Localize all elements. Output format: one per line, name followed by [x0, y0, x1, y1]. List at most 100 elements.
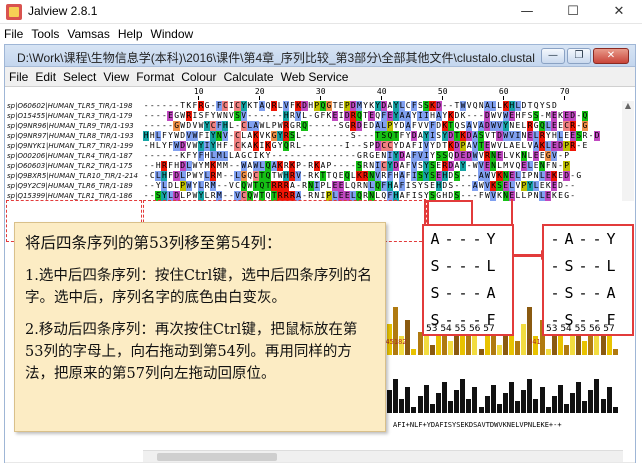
alignment-file-path: D:\Work\课程\生物信息学(本科)\2016\课件\第4章_序列比较_第3…: [17, 49, 535, 66]
menu-edit[interactable]: Edit: [31, 67, 59, 84]
menu-colour[interactable]: Colour: [177, 67, 219, 84]
horizontal-scrollbar[interactable]: [143, 450, 623, 462]
sequence-names: sp|O60602|HUMAN_TLR5_TIR/1-198 sp|O15455|…: [5, 101, 141, 201]
alignment-window-titlebar: D:\Work\课程\生物信息学(本科)\2016\课件\第4章_序列比较_第3…: [5, 45, 635, 67]
column-ruler[interactable]: 10 20 30 40 50 60 70: [143, 87, 623, 101]
histogram-bar: [594, 379, 599, 413]
histogram-bar: [582, 341, 587, 355]
histogram-bar: [424, 385, 429, 413]
inner-restore-button[interactable]: ❐: [567, 48, 591, 64]
histogram-bar: [466, 399, 471, 413]
zoom-row: A---Y: [424, 226, 512, 253]
zoom-before-columns: 53 54 55 56 57: [426, 324, 495, 334]
sequence-row[interactable]: ----EGWRISFYWNVSV------HRVL-GFKEIDRQTEQF…: [143, 111, 623, 121]
sequence-name[interactable]: sp|Q9NR96|HUMAN_TLR9_TIR/1-193: [5, 121, 141, 131]
close-button[interactable]: ✕: [596, 0, 642, 24]
histogram-bar: [436, 393, 441, 413]
inner-minimize-button[interactable]: —: [541, 48, 565, 64]
sequence-name[interactable]: sp|Q9NYK1|HUMAN_TLR7_TIR/1-199: [5, 141, 141, 151]
scroll-up-icon[interactable]: ▲: [622, 101, 634, 110]
sequence-row[interactable]: --HRFHDLWYMKMM--WAWLQAKRKP-RKAP----SRNIC…: [143, 161, 623, 171]
menu-tools[interactable]: Tools: [27, 24, 63, 41]
histogram-bar: [576, 382, 581, 413]
instruction-step-1: 1.选中后四条序列：按住Ctrl键，选中后四条序列的名字。选中后，序列名字的底色…: [25, 265, 375, 309]
histogram-bar: [405, 387, 410, 413]
histogram-bar: [472, 387, 477, 413]
histogram-bar: [479, 407, 484, 413]
vertical-scrollbar[interactable]: ▲: [622, 101, 634, 201]
histogram-bar: [558, 385, 563, 413]
menu-view[interactable]: View: [99, 67, 132, 84]
maximize-button[interactable]: ☐: [550, 0, 596, 24]
histogram-bar: [527, 307, 532, 355]
histogram-bar: [442, 382, 447, 413]
ruler-mark: [320, 96, 321, 100]
menu-format[interactable]: Format: [132, 67, 177, 84]
histogram-bar: [454, 390, 459, 413]
ruler-label: 10: [194, 87, 204, 96]
inner-close-button[interactable]: ✕: [593, 48, 629, 64]
sequence-name[interactable]: sp|O15455|HUMAN_TLR3_TIR/1-179: [5, 111, 141, 121]
ruler-label: 30: [316, 87, 326, 96]
app-title: Jalview 2.8.1: [28, 4, 97, 18]
histogram-bar: [497, 404, 502, 413]
menu-web-service[interactable]: Web Service: [277, 67, 352, 84]
sequence-name[interactable]: sp|Q9BXR5|HUMAN_TLR10_TIR/1-214: [5, 171, 141, 181]
histogram-bar: [533, 399, 538, 413]
histogram-bar: [552, 396, 557, 413]
histogram-bar: [613, 407, 618, 413]
histogram-bar: [491, 385, 496, 413]
zoom-row: -S--L: [544, 253, 632, 280]
histogram-bar: [411, 407, 416, 413]
sequence-alignment[interactable]: ------TKFRG-FCICYKTAQRLVFKDHPQGTEPDMYKYD…: [143, 101, 623, 201]
sequence-row[interactable]: -HLYFWDVWYIYHF-CKAKIKGYQRL-------I--SPDC…: [143, 141, 623, 151]
instruction-panel: 将后四条序列的第53列移至第54列： 1.选中后四条序列：按住Ctrl键，选中后…: [14, 222, 386, 432]
sequence-row[interactable]: HHLFYWDVWFIYNV-CLAKVKGYRSL--------S---TS…: [143, 131, 623, 141]
scroll-thumb[interactable]: [157, 453, 277, 461]
menu-select[interactable]: Select: [59, 67, 99, 84]
menu-file[interactable]: File: [0, 24, 27, 41]
menu-file[interactable]: File: [5, 67, 31, 84]
sequence-name[interactable]: sp|Q9NR97|HUMAN_TLR8_TIR/1-193: [5, 131, 141, 141]
histogram-bar: [503, 393, 508, 413]
jalview-app: Jalview 2.8.1 — ☐ ✕ File Tools Vamsas Help W…: [0, 0, 642, 463]
ruler-label: 50: [438, 87, 448, 96]
histogram-bar: [613, 349, 618, 355]
zoom-after-panel: -A--Y-S--L-S--A-S--F: [542, 224, 634, 336]
histogram-bar: [399, 399, 404, 413]
histogram-bar: [527, 379, 532, 413]
menu-help[interactable]: Help: [114, 24, 147, 41]
sequence-row[interactable]: -----GWDVWYCFHL-CLAWLPWRGRQ-----SGRDEDAL…: [143, 121, 623, 131]
histogram-bar: [448, 401, 453, 413]
zoom-before-panel: A---YS---LS---AS---F: [422, 224, 514, 336]
sequence-name[interactable]: sp|O60602|HUMAN_TLR5_TIR/1-198: [5, 101, 141, 111]
menu-window[interactable]: Window: [147, 24, 198, 41]
histogram-bar: [509, 382, 514, 413]
menu-vamsas[interactable]: Vamsas: [63, 24, 113, 41]
histogram-bar: [418, 396, 423, 413]
sequence-row[interactable]: ------KFYFHLMLLAGCIKY--------------GRGEN…: [143, 151, 623, 161]
sequence-row[interactable]: ------TKFRG-FCICYKTAQRLVFKDHPQGTEPDMYKYD…: [143, 101, 623, 111]
histogram-bar: [497, 345, 502, 355]
ruler-mark: [503, 96, 504, 100]
histogram-bar: [570, 393, 575, 413]
histogram-bar: [430, 404, 435, 413]
minimize-button[interactable]: —: [504, 0, 550, 24]
menu-calculate[interactable]: Calculate: [220, 67, 277, 84]
ruler-mark: [259, 96, 260, 100]
ruler-label: 70: [560, 87, 570, 96]
sequence-row[interactable]: --YLDLPWYLRM--VCQWTQTRRRA-RNIPLEELQRNLQF…: [143, 181, 623, 191]
sequence-row[interactable]: -CLHFDLPWYLRM--LGQCTQTWHRV-RKTTQEQLKRNVR…: [143, 171, 623, 181]
sequence-name[interactable]: sp|O00206|HUMAN_TLR4_TIR/1-187: [5, 151, 141, 161]
main-menubar: File Tools Vamsas Help Window: [0, 24, 642, 44]
sequence-name[interactable]: sp|Q9Y2C9|HUMAN_TLR6_TIR/1-189: [5, 181, 141, 191]
histogram-bar: [521, 390, 526, 413]
alignment-menubar: File Edit Select View Format Colour Calculate W…: [5, 67, 635, 87]
sequence-name[interactable]: sp|O60603|HUMAN_TLR2_TIR/1-175: [5, 161, 141, 171]
histogram-bar: [601, 336, 606, 355]
histogram-bar: [521, 324, 526, 355]
histogram-bar: [393, 379, 398, 413]
instruction-heading: 将后四条序列的第53列移至第54列：: [25, 231, 375, 253]
jalview-logo-icon: [6, 4, 22, 20]
app-titlebar: Jalview 2.8.1 — ☐ ✕: [0, 0, 642, 24]
